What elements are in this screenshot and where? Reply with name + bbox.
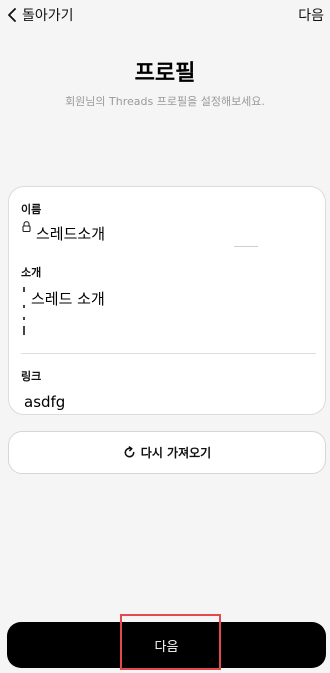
bio-marker xyxy=(23,326,25,335)
next-button[interactable]: 다음 xyxy=(7,622,326,668)
refresh-button-label: 다시 가져오기 xyxy=(140,446,212,460)
bio-marker xyxy=(23,317,25,320)
bio-field-label: 소개 xyxy=(21,266,42,279)
page-title: 프로필 xyxy=(134,61,196,86)
page-subtitle: 회원님의 Threads 프로필을 설정해보세요. xyxy=(65,95,265,108)
lock-icon xyxy=(22,221,31,232)
field-divider xyxy=(21,353,316,354)
bio-marker xyxy=(23,305,25,308)
link-field-label: 링크 xyxy=(21,370,42,383)
bio-marker xyxy=(23,287,25,292)
name-field[interactable]: 스레드소개 xyxy=(36,223,105,244)
profile-setup-screen: 돌아가기 다음 프로필 회원님의 Threads 프로필을 설정해보세요. 이름… xyxy=(0,0,330,673)
profile-card: 이름 스레드소개 소개 스레드 소개 링크 asdfg xyxy=(8,186,326,415)
chevron-left-icon xyxy=(8,8,16,22)
refresh-button[interactable]: 다시 가져오기 xyxy=(8,431,326,474)
link-field[interactable]: asdfg xyxy=(24,393,65,411)
top-bar: 돌아가기 다음 xyxy=(0,0,330,30)
back-button-label: 돌아가기 xyxy=(22,8,74,24)
refresh-icon xyxy=(124,446,135,458)
next-top-button[interactable]: 다음 xyxy=(298,5,324,25)
bio-field[interactable]: 스레드 소개 xyxy=(31,288,105,309)
next-button-label: 다음 xyxy=(154,639,179,655)
name-field-label: 이름 xyxy=(21,203,42,216)
back-button[interactable]: 돌아가기 xyxy=(6,5,74,25)
name-field-underline xyxy=(234,246,258,247)
